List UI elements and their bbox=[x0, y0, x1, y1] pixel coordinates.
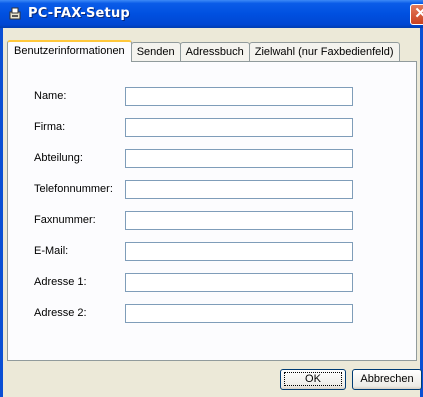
fax-app-icon bbox=[9, 7, 21, 20]
faxnummer-field[interactable] bbox=[125, 211, 353, 230]
tab-zielwahl[interactable]: Zielwahl (nur Faxbedienfeld) bbox=[248, 42, 400, 62]
tab-adressbuch[interactable]: Adressbuch bbox=[179, 42, 250, 62]
adresse-2-field[interactable] bbox=[125, 304, 353, 323]
tab-senden[interactable]: Senden bbox=[130, 42, 181, 62]
adresse-1-field[interactable] bbox=[125, 273, 353, 292]
ok-button[interactable]: OK bbox=[280, 369, 346, 390]
abteilung-label: Abteilung: bbox=[34, 152, 83, 164]
name-field[interactable] bbox=[125, 87, 353, 106]
ok-label: OK bbox=[284, 372, 342, 386]
firma-field[interactable] bbox=[125, 118, 353, 137]
pc-fax-setup-dialog: PC-FAX-Setup ✕ Benutzerinformationen Sen… bbox=[0, 0, 423, 397]
firma-label: Firma: bbox=[34, 121, 66, 133]
close-button[interactable]: ✕ bbox=[410, 4, 423, 25]
title-bar[interactable]: PC-FAX-Setup ✕ bbox=[0, 0, 423, 28]
telefonnummer-label: Telefonnummer: bbox=[34, 183, 113, 195]
close-icon: ✕ bbox=[414, 5, 423, 22]
tab-benutzerinformationen[interactable]: Benutzerinformationen bbox=[7, 40, 132, 62]
window-title: PC-FAX-Setup bbox=[28, 6, 130, 21]
cancel-button[interactable]: Abbrechen bbox=[352, 369, 422, 390]
abteilung-field[interactable] bbox=[125, 149, 353, 168]
adresse-2-label: Adresse 2: bbox=[34, 307, 87, 319]
adresse-1-label: Adresse 1: bbox=[34, 276, 87, 288]
email-label: E-Mail: bbox=[34, 245, 69, 257]
user-info-panel: Name: Firma: Abteilung: Telefonnummer: F… bbox=[7, 61, 417, 361]
name-label: Name: bbox=[34, 90, 67, 102]
tab-strip: Benutzerinformationen Senden Adressbuch … bbox=[7, 40, 400, 62]
faxnummer-label: Faxnummer: bbox=[34, 214, 96, 226]
telefonnummer-field[interactable] bbox=[125, 180, 353, 199]
email-field[interactable] bbox=[125, 242, 353, 261]
